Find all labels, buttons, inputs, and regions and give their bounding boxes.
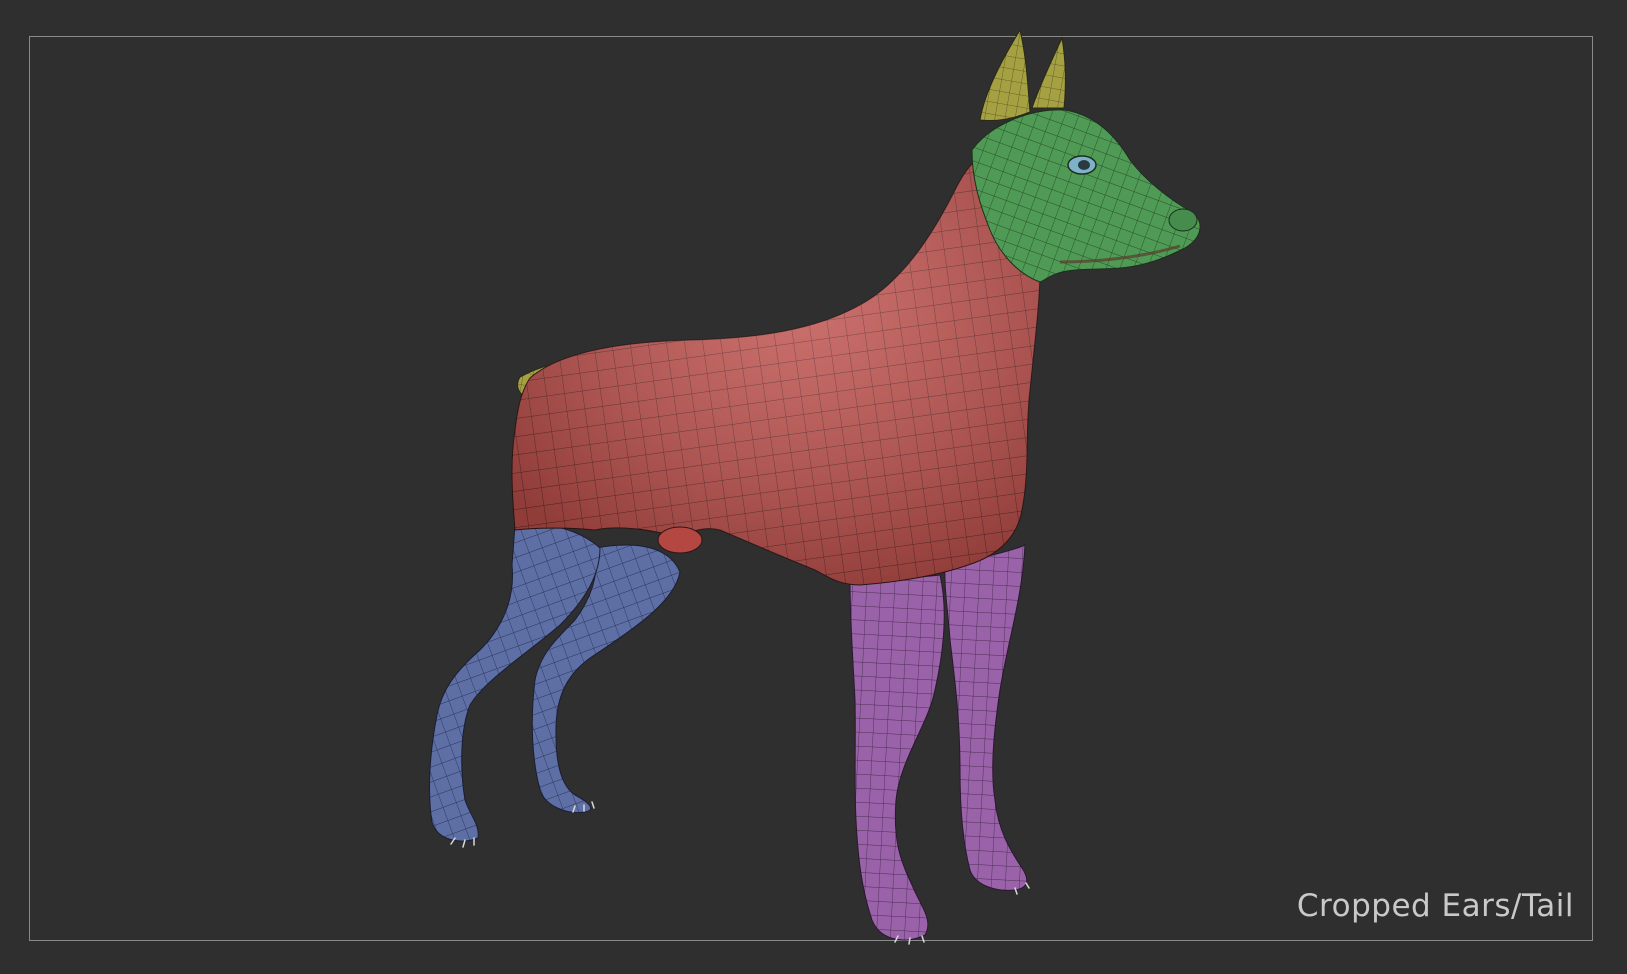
- pupil: [1078, 160, 1090, 170]
- viewport[interactable]: Cropped Ears/Tail: [0, 0, 1627, 974]
- hind-leg-near[interactable]: [429, 523, 601, 842]
- torso-shading: [511, 155, 1041, 585]
- front-leg-far[interactable]: [944, 544, 1028, 891]
- ear-left[interactable]: [979, 28, 1031, 121]
- claws: [450, 801, 1030, 945]
- head[interactable]: [971, 109, 1201, 283]
- nose: [1168, 208, 1198, 232]
- front-leg-near[interactable]: [849, 574, 945, 941]
- dog-model[interactable]: [0, 0, 1627, 974]
- caption-label: Cropped Ears/Tail: [1296, 888, 1574, 924]
- belly-detail: [657, 526, 703, 554]
- ear-right[interactable]: [1031, 36, 1066, 109]
